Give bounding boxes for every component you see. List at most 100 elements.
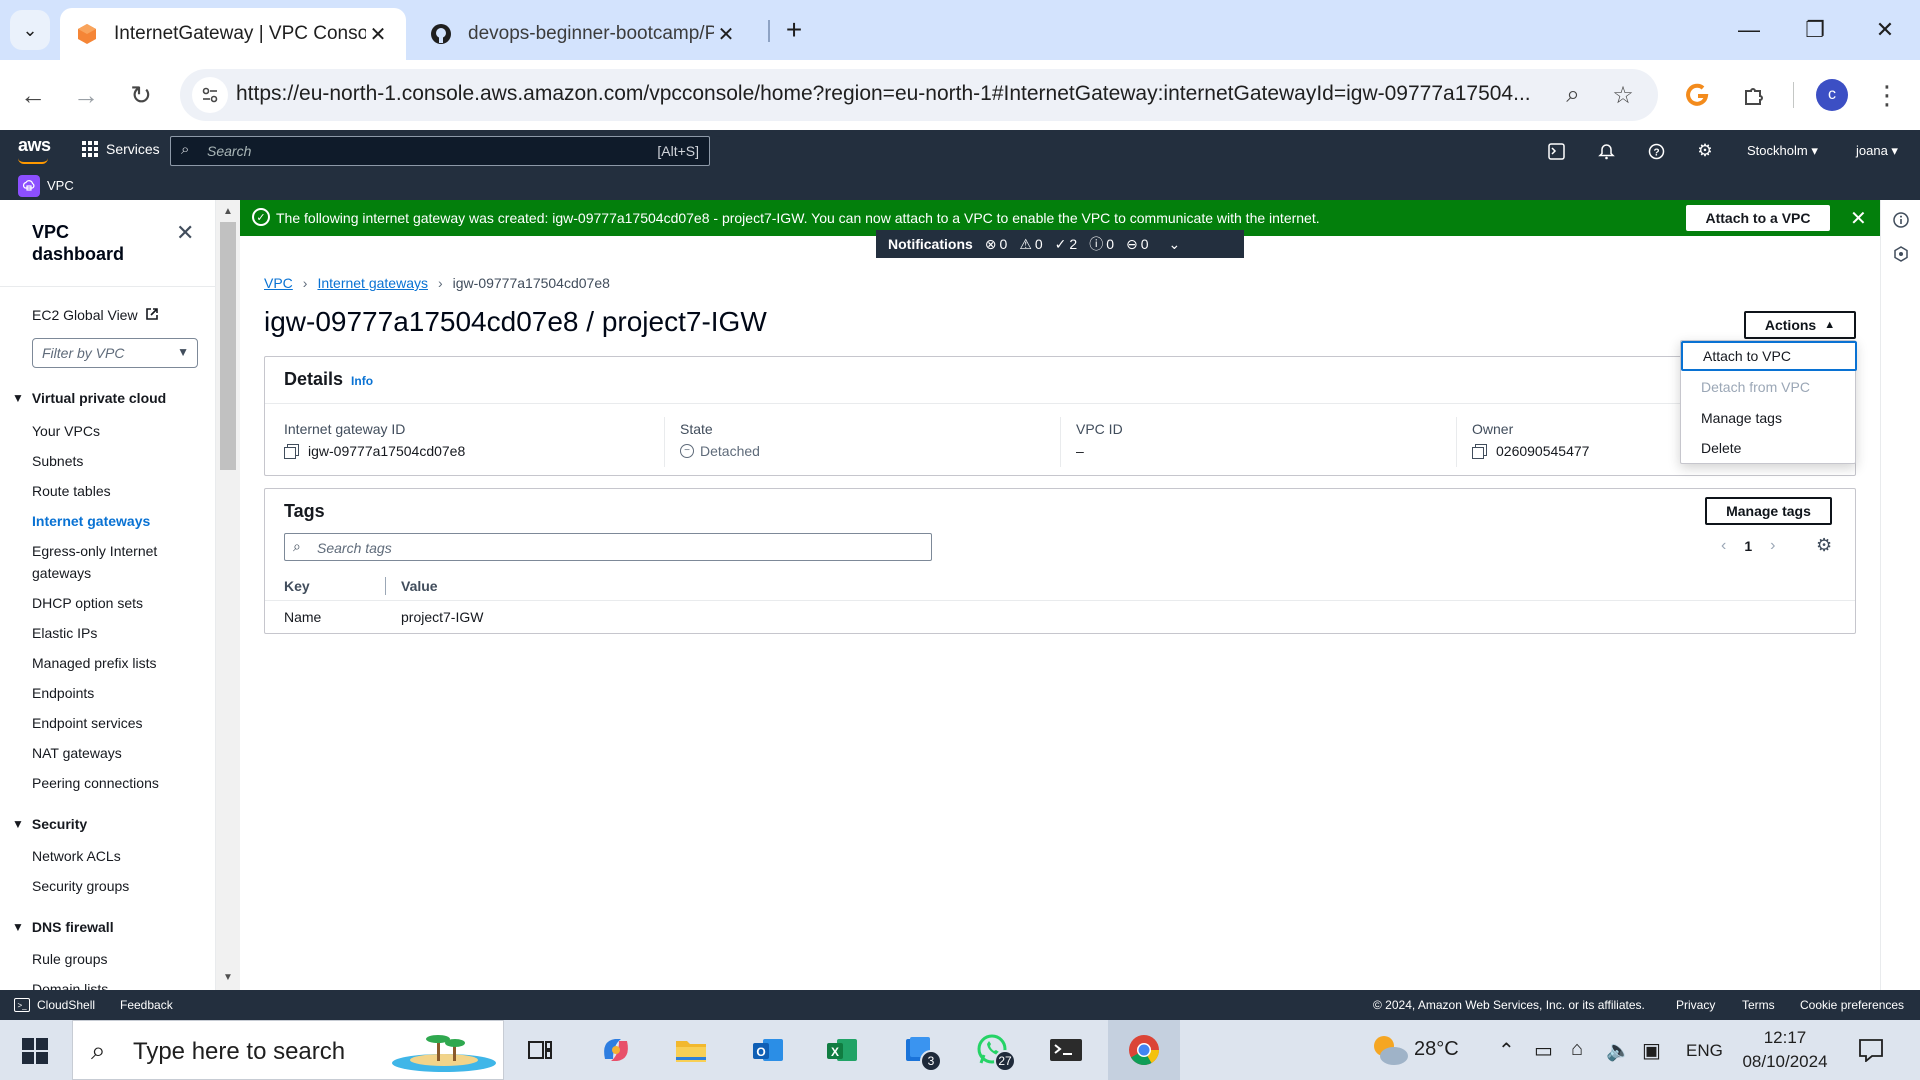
minimize-icon[interactable]: — (1724, 10, 1774, 50)
aws-search-input[interactable]: ⌕ Search [Alt+S] (170, 136, 710, 166)
sidebar-item-nat-gateways[interactable]: NAT gateways (32, 742, 122, 764)
new-tab-button[interactable]: + (776, 12, 812, 48)
menu-item-attach-to-vpc[interactable]: Attach to VPC (1681, 341, 1857, 371)
extension-orange-icon[interactable] (1676, 74, 1718, 116)
site-info-icon[interactable] (192, 77, 228, 113)
tab-vpc-console[interactable]: InternetGateway | VPC Console ✕ (60, 8, 406, 60)
cloudshell-link[interactable]: CloudShell (37, 998, 95, 1012)
task-view-icon[interactable] (516, 1028, 564, 1072)
zoom-icon[interactable]: ⌕ (1555, 77, 1591, 113)
privacy-link[interactable]: Privacy (1676, 998, 1715, 1012)
tab-github[interactable]: devops-beginner-bootcamp/Pr ✕ (414, 8, 754, 60)
battery-icon[interactable]: ▭ (1534, 1038, 1553, 1063)
store-app-icon[interactable]: 3 (894, 1028, 942, 1072)
sidebar-scrollbar[interactable]: ▲ ▼ (216, 200, 240, 990)
sidebar-item-internet-gateways[interactable]: Internet gateways (32, 510, 150, 532)
cookie-preferences-link[interactable]: Cookie preferences (1800, 998, 1904, 1012)
scroll-down-icon[interactable]: ▼ (223, 972, 233, 983)
breadcrumb-internet-gateways[interactable]: Internet gateways (317, 275, 428, 291)
language-indicator[interactable]: ENG (1686, 1041, 1723, 1061)
notifications-bar[interactable]: Notifications ⊗ 0 ⚠ 0 ✓ 2 ⓘ 0 ⊖ 0 ⌄ (876, 230, 1244, 258)
close-window-icon[interactable]: ✕ (1860, 10, 1910, 50)
menu-item-detach-from-vpc[interactable]: Detach from VPC (1681, 372, 1857, 402)
sidebar-item-security-groups[interactable]: Security groups (32, 875, 129, 897)
sidebar-item-endpoints[interactable]: Endpoints (32, 682, 94, 704)
help-icon[interactable]: ? (1645, 140, 1667, 162)
search-tags-input[interactable]: ⌕ Search tags (284, 533, 932, 561)
previous-page-icon[interactable]: ‹ (1721, 537, 1726, 555)
excel-icon[interactable]: X (818, 1028, 866, 1072)
close-tab-icon[interactable]: ✕ (714, 22, 738, 47)
attach-to-vpc-button[interactable]: Attach to a VPC (1686, 205, 1830, 231)
extensions-puzzle-icon[interactable] (1733, 74, 1775, 116)
whatsapp-icon[interactable]: 27 (968, 1028, 1016, 1072)
sidebar-item-ec2-global-view[interactable]: EC2 Global View (32, 304, 159, 326)
region-selector[interactable]: Stockholm ▾ (1747, 143, 1818, 159)
volume-icon[interactable]: 🔈 (1606, 1038, 1631, 1063)
section-virtual-private-cloud[interactable]: ▼ Virtual private cloud (12, 390, 166, 406)
back-icon[interactable]: ← (12, 74, 54, 116)
cloudshell-icon[interactable]: >_ (14, 998, 30, 1012)
terminal-icon[interactable] (1042, 1028, 1090, 1072)
feedback-link[interactable]: Feedback (120, 998, 173, 1012)
info-panel-icon[interactable] (1891, 210, 1911, 230)
sidebar-item-dhcp-option-sets[interactable]: DHCP option sets (32, 592, 143, 614)
terms-link[interactable]: Terms (1742, 998, 1775, 1012)
vpc-service-link[interactable]: VPC (47, 178, 74, 193)
notification-center-icon[interactable] (1858, 1038, 1884, 1068)
sidebar-item-network-acls[interactable]: Network ACLs (32, 845, 121, 867)
settings-gear-icon[interactable]: ⚙ (1694, 140, 1716, 162)
section-security[interactable]: ▼ Security (12, 816, 87, 832)
breadcrumb-vpc[interactable]: VPC (264, 275, 293, 291)
scroll-up-icon[interactable]: ▲ (223, 206, 233, 217)
chevron-down-icon[interactable]: ⌄ (1169, 236, 1181, 253)
menu-item-delete[interactable]: Delete (1681, 433, 1857, 463)
manage-tags-button[interactable]: Manage tags (1705, 497, 1832, 525)
notifications-bell-icon[interactable] (1595, 140, 1617, 162)
outlook-icon[interactable]: O (744, 1028, 792, 1072)
next-page-icon[interactable]: › (1770, 537, 1775, 555)
cloudshell-icon[interactable] (1545, 140, 1567, 162)
close-sidebar-icon[interactable]: ✕ (176, 220, 194, 246)
account-menu[interactable]: joana ▾ (1856, 143, 1898, 159)
scrollbar-thumb[interactable] (220, 222, 236, 470)
sidebar-item-your-vpcs[interactable]: Your VPCs (32, 420, 100, 442)
sidebar-title[interactable]: VPC dashboard (32, 221, 162, 265)
vpc-service-icon[interactable] (18, 175, 40, 197)
copy-icon[interactable] (1472, 444, 1487, 459)
filter-by-vpc-select[interactable]: Filter by VPC ▼ (32, 338, 198, 368)
aws-logo[interactable]: aws (18, 135, 51, 156)
meet-now-icon[interactable]: ⌂ (1571, 1038, 1583, 1061)
sidebar-item-subnets[interactable]: Subnets (32, 450, 83, 472)
restore-icon[interactable]: ❐ (1790, 10, 1840, 50)
bookmark-star-icon[interactable]: ☆ (1605, 77, 1641, 113)
menu-item-manage-tags[interactable]: Manage tags (1681, 403, 1857, 433)
taskbar-clock[interactable]: 12:17 08/10/2024 (1732, 1026, 1838, 1074)
copy-icon[interactable] (284, 444, 299, 459)
network-icon[interactable]: ▣ (1642, 1038, 1661, 1063)
sidebar-item-elastic-ips[interactable]: Elastic IPs (32, 622, 97, 644)
dismiss-flashbar-icon[interactable]: ✕ (1850, 206, 1867, 231)
sidebar-item-peering-connections[interactable]: Peering connections (32, 772, 159, 794)
weather-partly-cloudy-icon[interactable] (1370, 1032, 1410, 1068)
sidebar-item-managed-prefix-lists[interactable]: Managed prefix lists (32, 652, 157, 674)
chrome-icon[interactable] (1120, 1028, 1168, 1072)
sidebar-item-egress-only-internet-gateways[interactable]: Egress-only Internet gateways (32, 540, 182, 584)
sidebar-item-domain-lists[interactable]: Domain lists (32, 978, 108, 990)
reload-icon[interactable]: ↻ (120, 74, 162, 116)
actions-button[interactable]: Actions ▲ (1744, 311, 1856, 339)
windows-start-icon[interactable] (22, 1038, 48, 1064)
tab-search-button[interactable]: ⌄ (10, 10, 50, 50)
copilot-icon[interactable] (592, 1028, 640, 1072)
forward-icon[interactable]: → (65, 74, 107, 116)
page-number[interactable]: 1 (1744, 538, 1752, 554)
section-dns-firewall[interactable]: ▼ DNS firewall (12, 919, 114, 935)
sidebar-item-endpoint-services[interactable]: Endpoint services (32, 712, 143, 734)
show-hidden-icons-icon[interactable]: ⌃ (1498, 1038, 1515, 1063)
column-resizer[interactable] (385, 577, 386, 595)
resources-hexagon-icon[interactable] (1891, 244, 1911, 264)
address-bar[interactable]: https://eu-north-1.console.aws.amazon.co… (180, 69, 1658, 121)
sidebar-item-rule-groups[interactable]: Rule groups (32, 948, 108, 970)
taskbar-search-box[interactable]: ⌕ Type here to search (72, 1020, 504, 1080)
file-explorer-icon[interactable] (667, 1028, 715, 1072)
